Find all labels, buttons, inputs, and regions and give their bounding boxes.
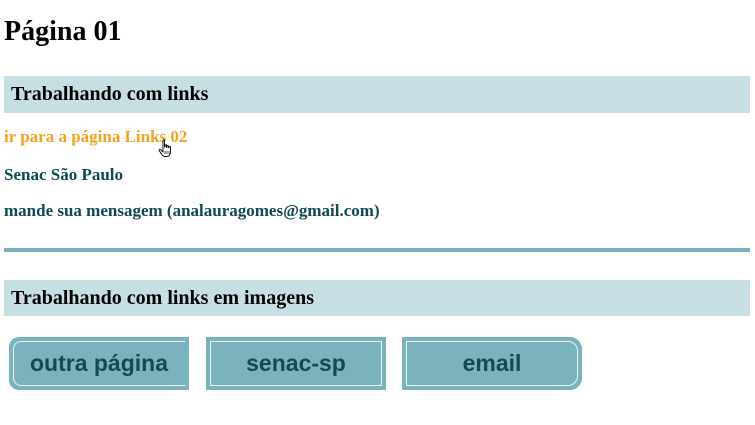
section-heading-links: Trabalhando com links xyxy=(4,76,750,113)
outra-pagina-label: outra página xyxy=(29,350,168,376)
outra-pagina-image-button[interactable]: outra página xyxy=(9,337,189,390)
page-title: Página 01 xyxy=(4,16,122,47)
link-mailto[interactable]: mande sua mensagem (analauragomes@gmail.… xyxy=(4,201,380,221)
senac-sp-image-button[interactable]: senac-sp xyxy=(206,337,386,390)
email-image-button[interactable]: email xyxy=(402,337,582,390)
horizontal-divider xyxy=(4,248,750,252)
email-label: email xyxy=(462,350,522,376)
hand-pointer-icon xyxy=(158,139,171,157)
section-heading-image-links: Trabalhando com links em imagens xyxy=(4,280,750,316)
link-senac-sao-paulo[interactable]: Senac São Paulo xyxy=(4,165,123,185)
senac-sp-label: senac-sp xyxy=(246,350,346,376)
